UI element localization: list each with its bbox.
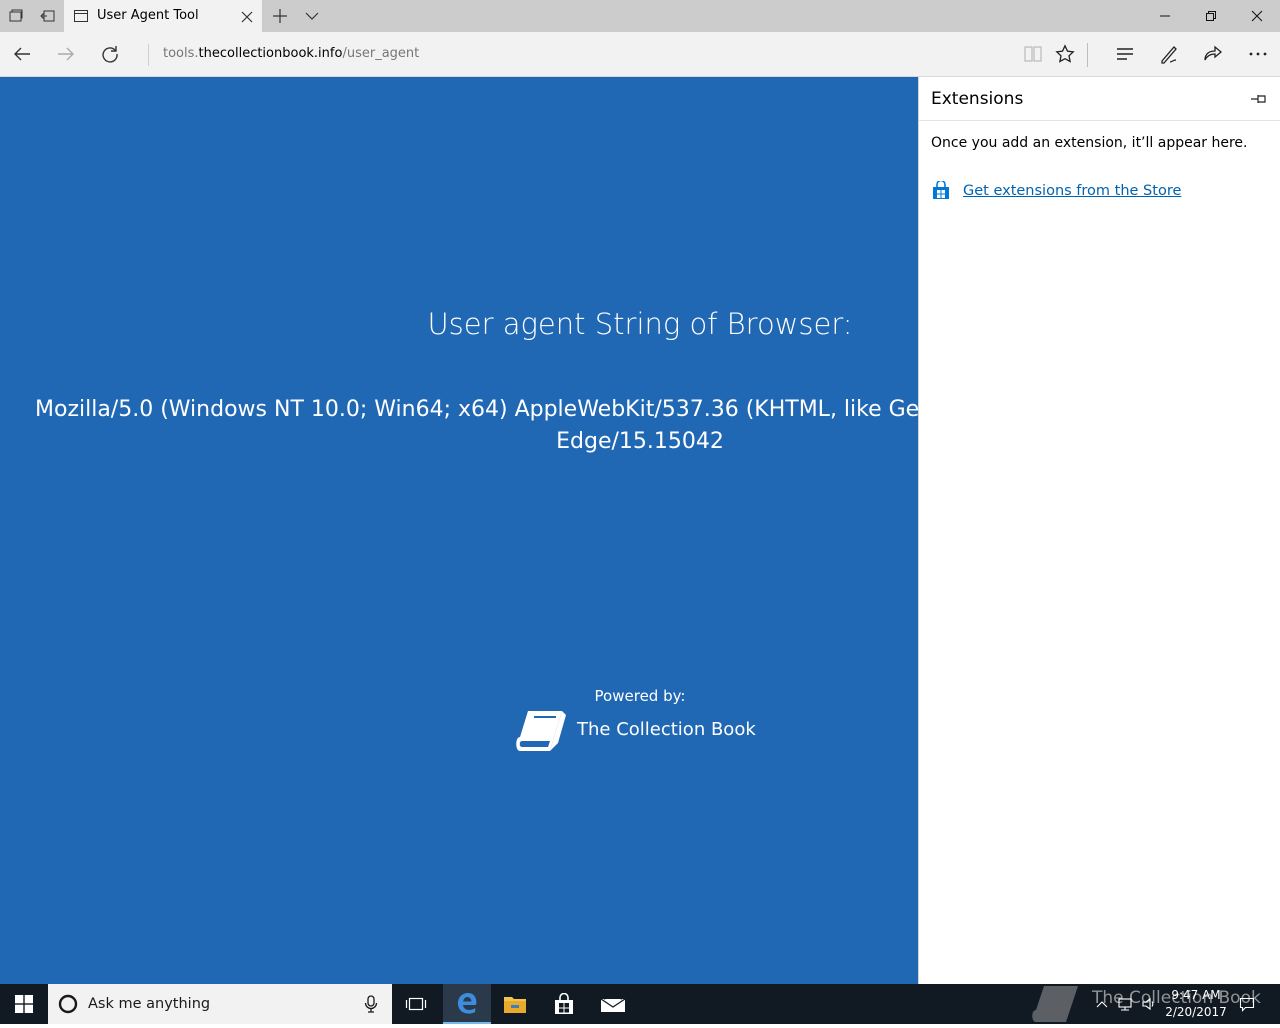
store-icon [932, 179, 950, 205]
url-prefix: tools. [163, 46, 199, 61]
extensions-panel: Extensions Once you add an extension, it… [918, 77, 1280, 984]
toolbar-divider [1087, 43, 1088, 67]
close-icon[interactable] [1234, 0, 1280, 32]
address-field[interactable]: tools.thecollectionbook.info/user_agent [163, 32, 419, 76]
get-extensions-link[interactable]: Get extensions from the Store [963, 183, 1181, 199]
navigation-bar: tools.thecollectionbook.info/user_agent [0, 32, 1280, 77]
edge-taskbar-icon[interactable] [443, 984, 491, 1024]
mail-icon[interactable] [589, 984, 637, 1024]
tabs-aside-icon[interactable] [0, 0, 32, 32]
search-placeholder: Ask me anything [88, 996, 211, 1012]
task-view-icon[interactable] [392, 984, 440, 1024]
cortana-icon [58, 994, 78, 1018]
web-page-content: User agent String of Browser: Mozilla/5.… [0, 77, 918, 984]
share-icon[interactable] [1191, 32, 1235, 76]
url-host: thecollectionbook.info [198, 46, 343, 61]
action-center-icon[interactable] [1239, 996, 1255, 1016]
favorite-star-icon[interactable] [1043, 32, 1087, 76]
url-divider [148, 44, 149, 66]
clock-time[interactable]: 9:47 AM [1160, 988, 1232, 1002]
store-taskbar-icon[interactable] [540, 984, 588, 1024]
panel-divider [919, 120, 1280, 121]
forward-icon[interactable] [44, 32, 88, 76]
title-bar: User Agent Tool [0, 0, 1280, 32]
show-hidden-icons-chevron-icon[interactable] [1096, 996, 1108, 1015]
cortana-search-box[interactable]: Ask me anything [48, 984, 392, 1024]
volume-icon[interactable] [1141, 996, 1157, 1016]
windows-logo-icon [15, 995, 33, 1013]
pin-icon[interactable] [1250, 91, 1268, 110]
url-path: /user_agent [342, 46, 420, 61]
extensions-title: Extensions [931, 89, 1024, 109]
taskbar: Ask me anything The Collection Book 9:47… [0, 984, 1280, 1024]
brand-name[interactable]: The Collection Book [577, 719, 756, 740]
minimize-icon[interactable] [1142, 0, 1188, 32]
user-agent-string: Mozilla/5.0 (Windows NT 10.0; Win64; x64… [35, 397, 918, 422]
watermark-book-icon [1028, 984, 1084, 1024]
page-icon [73, 8, 89, 28]
tab-title: User Agent Tool [97, 8, 199, 23]
hub-icon[interactable] [1103, 32, 1147, 76]
restore-icon[interactable] [1188, 0, 1234, 32]
network-icon[interactable] [1117, 996, 1133, 1016]
extensions-empty-message: Once you add an extension, it’ll appear … [931, 135, 1248, 151]
start-button[interactable] [0, 984, 48, 1024]
web-note-icon[interactable] [1147, 32, 1191, 76]
file-explorer-icon[interactable] [491, 984, 539, 1024]
more-icon[interactable] [1236, 32, 1280, 76]
book-logo-icon[interactable] [514, 707, 568, 759]
new-tab-icon[interactable] [264, 0, 296, 32]
set-tabs-aside-icon[interactable] [32, 0, 64, 32]
tab-user-agent-tool[interactable]: User Agent Tool [64, 0, 262, 32]
page-heading: User agent String of Browser: [427, 307, 853, 341]
back-icon[interactable] [0, 32, 44, 76]
clock-date[interactable]: 2/20/2017 [1160, 1005, 1232, 1019]
tab-list-chevron-icon[interactable] [296, 0, 328, 32]
microphone-icon[interactable] [364, 995, 378, 1017]
user-agent-string-continued: Edge/15.15042 [556, 429, 724, 454]
powered-by-label: Powered by: [594, 687, 686, 705]
refresh-icon[interactable] [88, 32, 132, 76]
tab-close-icon[interactable] [240, 9, 254, 23]
